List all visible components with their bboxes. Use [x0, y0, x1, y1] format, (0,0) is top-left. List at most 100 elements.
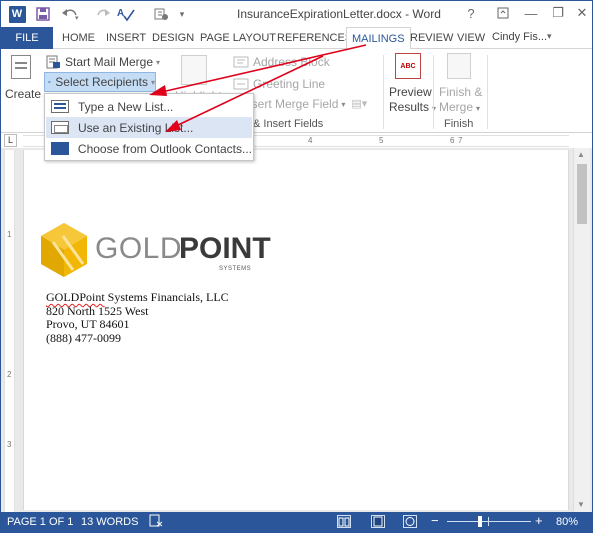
minimize-button[interactable]: — — [519, 3, 543, 23]
city-line: Provo, UT 84601 — [46, 317, 130, 331]
hexagon-logo-icon — [41, 223, 87, 277]
zoom-out-button[interactable]: − — [431, 513, 439, 528]
restore-button[interactable]: ❐ — [546, 3, 570, 23]
finish-merge-button[interactable]: Finish & Merge ▾ — [437, 53, 483, 114]
document-area: 1 2 3 GOLD POINT SYSTEMS GOLDPoint Syste… — [1, 148, 592, 512]
tab-view[interactable]: VIEW — [452, 27, 490, 49]
ruler-number: 6 — [450, 136, 455, 145]
tab-insert[interactable]: INSERT — [101, 27, 151, 49]
greeting-line-icon — [233, 78, 249, 90]
ribbon-display-options-button[interactable] — [491, 3, 515, 23]
repeat-button[interactable] — [151, 4, 171, 24]
preview-results-label-line2: Results — [389, 100, 430, 114]
group-divider — [433, 55, 434, 129]
chevron-down-icon: ▾ — [150, 77, 155, 87]
select-recipients-button[interactable]: Select Recipients ▾ — [44, 72, 156, 92]
preview-results-button[interactable]: ABC Preview Results ▾ — [387, 53, 436, 114]
group-label-finish: Finish — [444, 118, 474, 130]
address-block-icon — [233, 56, 249, 68]
address-block-label: Address Block — [253, 55, 330, 69]
svg-text:▾: ▾ — [75, 15, 79, 21]
svg-text:A: A — [117, 8, 124, 19]
read-mode-view-button[interactable] — [337, 515, 351, 528]
finish-merge-label-line2: Merge — [439, 100, 474, 114]
ruler-number: 5 — [379, 136, 384, 145]
goldpoint-logo: GOLD POINT SYSTEMS — [39, 222, 271, 278]
close-button[interactable]: ✕ — [570, 3, 592, 23]
repeat-icon — [154, 8, 168, 20]
customize-quick-access-button[interactable]: ▾ — [175, 4, 189, 24]
menu-item-label: Type a New List... — [78, 99, 174, 114]
zoom-in-button[interactable]: + — [535, 513, 543, 528]
preview-results-icon: ABC — [395, 53, 421, 79]
page-count-status[interactable]: PAGE 1 OF 1 — [7, 516, 73, 528]
scroll-down-arrow-icon[interactable]: ▼ — [577, 500, 585, 509]
address-block-button[interactable]: Address Block — [233, 53, 330, 71]
tab-home[interactable]: HOME — [57, 27, 100, 49]
web-layout-view-button[interactable] — [403, 515, 417, 528]
status-bar: PAGE 1 OF 1 13 WORDS − + 80% — [1, 512, 592, 532]
ruler-number: 7 — [458, 136, 463, 145]
spell-check-button[interactable]: A — [115, 4, 139, 24]
zoom-level[interactable]: 80% — [556, 516, 578, 528]
ruler-number: 4 — [308, 136, 313, 145]
redo-icon — [97, 9, 110, 16]
group-divider — [487, 55, 488, 129]
company-address-block: GOLDPoint Systems Financials, LLC 820 No… — [46, 290, 229, 345]
group-divider — [383, 55, 384, 129]
menu-item-choose-outlook-contacts[interactable]: Choose from Outlook Contacts... — [46, 138, 252, 159]
word-count-status[interactable]: 13 WORDS — [81, 516, 138, 528]
help-button[interactable]: ? — [459, 3, 483, 23]
insert-merge-field-label: nsert Merge Field — [245, 97, 339, 111]
chevron-down-icon: ▾ — [156, 57, 161, 67]
print-layout-icon — [373, 516, 383, 527]
finish-merge-label-line1: Finish & — [439, 85, 483, 99]
tab-references[interactable]: REFERENCES — [272, 27, 357, 49]
create-label: Create — [5, 87, 42, 101]
greeting-line-button[interactable]: Greeting Line — [233, 75, 325, 93]
save-icon — [36, 7, 50, 21]
tab-selector[interactable]: L — [4, 134, 17, 147]
scrollbar-thumb[interactable] — [577, 164, 587, 224]
ruler-number: 3 — [7, 440, 12, 449]
redo-button[interactable] — [93, 4, 113, 24]
document-page[interactable]: GOLD POINT SYSTEMS GOLDPoint Systems Fin… — [23, 150, 569, 510]
recipients-icon — [48, 80, 52, 84]
word-window: W ▾ A ▾ InsuranceExpirationLetter.docx -… — [0, 0, 593, 533]
zoom-slider[interactable] — [447, 521, 531, 522]
vertical-ruler[interactable]: 1 2 3 — [4, 150, 15, 512]
user-name[interactable]: Cindy Fis... — [492, 31, 547, 43]
tab-file[interactable]: FILE — [1, 27, 53, 49]
zoom-slider-thumb[interactable] — [478, 516, 482, 527]
select-recipients-menu: Type a New List... Use an Existing List.… — [44, 93, 254, 161]
finish-merge-icon — [447, 53, 471, 79]
street-line: 820 North 1525 West — [46, 303, 149, 318]
read-mode-icon — [338, 517, 350, 527]
user-menu-caret-icon[interactable]: ▾ — [547, 31, 552, 42]
ribbon-tabs: FILE HOME INSERT DESIGN PAGE LAYOUT REFE… — [1, 27, 592, 73]
save-button[interactable] — [33, 4, 53, 24]
scroll-up-arrow-icon[interactable]: ▲ — [577, 150, 585, 159]
logo-text-systems: SYSTEMS — [219, 266, 252, 272]
window-title: InsuranceExpirationLetter.docx - Word — [237, 7, 441, 21]
company-name-rest: Systems Financials, LLC — [104, 290, 229, 304]
vertical-scrollbar[interactable]: ▲ ▼ — [573, 148, 590, 512]
tab-review[interactable]: REVIEW — [405, 27, 458, 49]
preview-results-label: Preview Results ▾ — [389, 85, 436, 116]
start-mail-merge-button[interactable]: Start Mail Merge ▾ — [45, 53, 160, 71]
tab-page-layout[interactable]: PAGE LAYOUT — [195, 27, 281, 49]
spell-check-icon: A — [117, 8, 135, 22]
menu-item-type-new-list[interactable]: Type a New List... — [46, 96, 252, 117]
menu-item-use-existing-list[interactable]: Use an Existing List... — [46, 117, 252, 138]
menu-item-label: Choose from Outlook Contacts... — [77, 141, 252, 156]
menu-item-label: Use an Existing List... — [78, 120, 194, 135]
ruler-number: 2 — [7, 370, 12, 379]
misspelled-word[interactable]: GOLDPoint — [46, 290, 105, 304]
undo-button[interactable]: ▾ — [59, 4, 81, 24]
proofing-status-icon[interactable] — [149, 514, 163, 530]
tab-mailings[interactable]: MAILINGS — [346, 27, 411, 50]
word-app-icon[interactable]: W — [7, 4, 27, 24]
create-button[interactable]: Create — [5, 51, 41, 111]
print-layout-view-button[interactable] — [371, 515, 385, 528]
tab-design[interactable]: DESIGN — [147, 27, 199, 49]
